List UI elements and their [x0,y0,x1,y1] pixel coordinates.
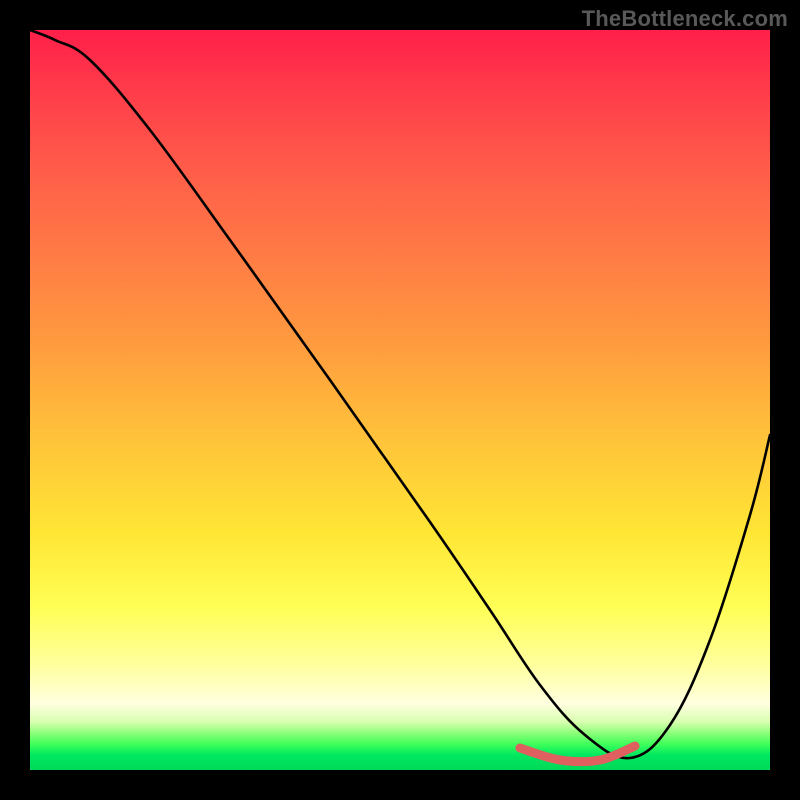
chart-frame: TheBottleneck.com [0,0,800,800]
watermark-text: TheBottleneck.com [582,6,788,32]
optimal-range-highlight [520,746,635,762]
plot-area [30,30,770,770]
curve-overlay [30,30,770,770]
bottleneck-curve [30,30,770,758]
